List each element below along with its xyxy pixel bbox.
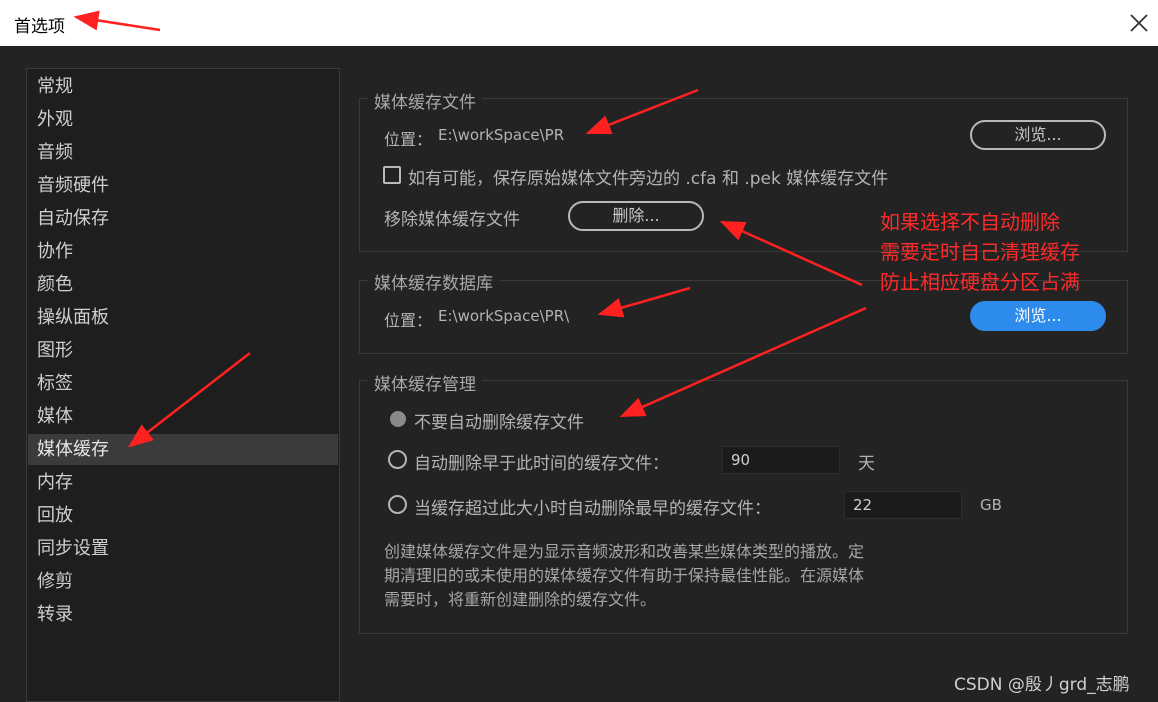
red-arrow xyxy=(619,306,867,418)
red-arrow xyxy=(597,286,691,318)
annotation-arrows xyxy=(73,10,867,448)
red-arrow xyxy=(73,10,161,32)
red-arrow xyxy=(128,352,251,448)
red-arrow xyxy=(719,220,863,287)
red-arrow xyxy=(585,88,699,135)
